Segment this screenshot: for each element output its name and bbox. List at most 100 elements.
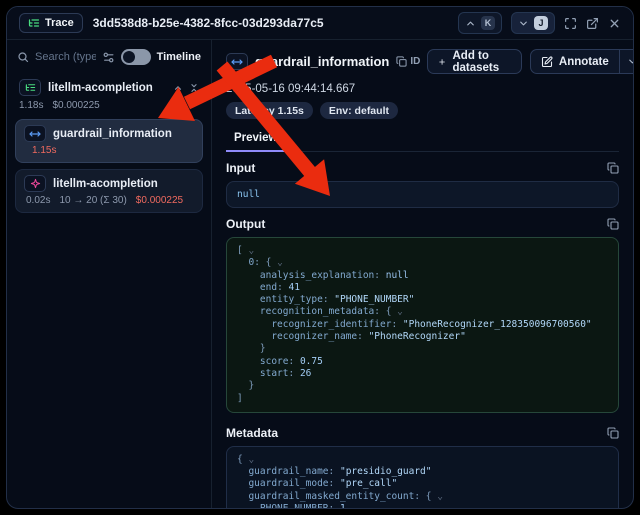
open-external-icon[interactable] bbox=[586, 17, 599, 30]
trace-latency: 1.18s bbox=[19, 100, 43, 111]
code-punctuation bbox=[237, 319, 271, 330]
tab-bar: Preview bbox=[226, 128, 619, 152]
trace-detail-window: Trace 3dd538d8-b25e-4382-8fcc-03d293da77… bbox=[6, 6, 634, 509]
code-line: } bbox=[237, 343, 608, 355]
input-section-title: Input bbox=[226, 161, 255, 175]
code-line: 0: { ⌄ bbox=[237, 257, 608, 269]
code-key: entity_type bbox=[260, 294, 323, 305]
next-item-button[interactable]: J bbox=[511, 12, 555, 34]
code-punctuation: : bbox=[277, 282, 288, 293]
search-input[interactable] bbox=[35, 51, 96, 63]
code-key: PHONE_NUMBER bbox=[260, 503, 329, 509]
code-line: [ ⌄ bbox=[237, 245, 608, 257]
code-string: "PhoneRecognizer_128350096700560" bbox=[403, 319, 592, 330]
span-arrows-icon bbox=[226, 53, 248, 70]
keycap-k: K bbox=[481, 16, 495, 30]
timeline-toggle[interactable] bbox=[121, 49, 151, 65]
generation-sparkle-icon bbox=[24, 175, 46, 192]
tree-item-trace-root[interactable]: litellm-acompletion 1.18s $0.00022 bbox=[15, 77, 203, 113]
span-latency: 1.15s bbox=[32, 145, 56, 156]
annotate-button[interactable]: Annotate bbox=[531, 50, 619, 73]
chevron-up-icon bbox=[465, 18, 476, 29]
code-punctuation: } bbox=[237, 343, 266, 354]
code-key: guardrail_mode bbox=[248, 478, 328, 489]
code-punctuation: : bbox=[289, 368, 300, 379]
code-line: PHONE_NUMBER: 1 bbox=[237, 503, 608, 509]
code-punctuation bbox=[237, 466, 248, 477]
metadata-json-viewer: { ⌄ guardrail_name: "presidio_guard" gua… bbox=[226, 446, 619, 509]
chevron-down-icon bbox=[627, 56, 634, 67]
id-label: ID bbox=[410, 56, 420, 67]
toggle-knob bbox=[123, 51, 135, 63]
latency-badge: Latency 1.15s bbox=[226, 102, 313, 119]
code-line: ] bbox=[237, 393, 608, 405]
tree-item-litellm-acompletion[interactable]: litellm-acompletion 0.02s 10 → 20 (Σ 30)… bbox=[15, 169, 203, 213]
code-number: 26 bbox=[300, 368, 311, 379]
code-punctuation: : bbox=[391, 319, 402, 330]
trace-tree-sidebar: Timeline litellm-acompletion bbox=[7, 40, 212, 508]
code-number: 0.75 bbox=[300, 356, 323, 367]
scroll-to-top-icon[interactable] bbox=[173, 83, 183, 93]
code-number: 1 bbox=[340, 503, 346, 509]
annotate-dropdown-button[interactable] bbox=[619, 50, 634, 73]
code-line: recognizer_name: "PhoneRecognizer" bbox=[237, 331, 608, 343]
code-line: guardrail_mode: "pre_call" bbox=[237, 478, 608, 490]
code-punctuation: : bbox=[323, 294, 334, 305]
code-string: "PHONE_NUMBER" bbox=[334, 294, 414, 305]
code-key: recognizer_name bbox=[271, 331, 357, 342]
prev-item-button[interactable]: K bbox=[458, 12, 502, 34]
expand-icon[interactable] bbox=[564, 17, 577, 30]
close-icon[interactable] bbox=[608, 17, 621, 30]
input-value: null bbox=[237, 189, 260, 200]
chevron-down-icon bbox=[518, 18, 529, 29]
code-line: end: 41 bbox=[237, 282, 608, 294]
trace-badge-label: Trace bbox=[45, 17, 74, 29]
collapse-chevron-icon[interactable]: ⌄ bbox=[437, 491, 443, 502]
plus-icon bbox=[438, 56, 446, 68]
code-punctuation bbox=[237, 503, 260, 509]
observation-timestamp: 2025-05-16 09:44:14.667 bbox=[226, 83, 619, 95]
code-line: guardrail_masked_entity_count: { ⌄ bbox=[237, 491, 608, 503]
copy-input-button[interactable] bbox=[607, 162, 619, 174]
copy-id-button[interactable]: ID bbox=[396, 56, 420, 67]
collapse-chevron-icon[interactable]: ⌄ bbox=[397, 306, 403, 317]
collapse-chevron-icon[interactable]: ⌄ bbox=[248, 454, 254, 465]
code-key: guardrail_masked_entity_count bbox=[248, 491, 414, 502]
add-to-datasets-button[interactable]: Add to datasets bbox=[427, 49, 522, 74]
generation-latency: 0.02s bbox=[26, 195, 50, 206]
code-punctuation: ] bbox=[237, 393, 243, 404]
metadata-section-title: Metadata bbox=[226, 426, 278, 440]
code-punctuation: : { bbox=[374, 306, 397, 317]
code-punctuation: : { bbox=[414, 491, 437, 502]
span-arrows-icon bbox=[24, 125, 46, 142]
code-line: start: 26 bbox=[237, 368, 608, 380]
code-key: recognition_metadata bbox=[260, 306, 374, 317]
generation-tokens: 10 → 20 (Σ 30) bbox=[59, 195, 126, 206]
keycap-j: J bbox=[534, 16, 548, 30]
list-tree-icon bbox=[28, 17, 40, 29]
trace-id: 3dd538d8-b25e-4382-8fcc-03d293da77c5 bbox=[93, 16, 324, 30]
code-punctuation bbox=[237, 368, 260, 379]
add-to-datasets-label: Add to datasets bbox=[452, 50, 510, 74]
filter-sliders-icon[interactable] bbox=[102, 51, 115, 64]
copy-metadata-button[interactable] bbox=[607, 427, 619, 439]
copy-output-button[interactable] bbox=[607, 218, 619, 230]
code-punctuation: : bbox=[329, 478, 340, 489]
code-string: "pre_call" bbox=[340, 478, 397, 489]
observation-detail-panel: guardrail_information ID Add to datasets… bbox=[212, 40, 633, 508]
code-punctuation: { bbox=[237, 454, 248, 465]
annotate-split-button: Annotate bbox=[530, 49, 634, 74]
code-punctuation: : bbox=[357, 331, 368, 342]
code-key: recognizer_identifier bbox=[271, 319, 391, 330]
collapse-all-icon[interactable] bbox=[189, 83, 199, 93]
code-string: "PhoneRecognizer" bbox=[369, 331, 466, 342]
code-line: guardrail_name: "presidio_guard" bbox=[237, 466, 608, 478]
output-json-viewer: [ ⌄ 0: { ⌄ analysis_explanation: null en… bbox=[226, 237, 619, 413]
tab-preview[interactable]: Preview bbox=[226, 132, 285, 152]
tree-item-guardrail-information[interactable]: guardrail_information 1.15s bbox=[15, 119, 203, 163]
collapse-chevron-icon[interactable]: ⌄ bbox=[277, 257, 283, 268]
code-punctuation bbox=[237, 270, 260, 281]
code-punctuation: : bbox=[329, 466, 340, 477]
collapse-chevron-icon[interactable]: ⌄ bbox=[248, 245, 254, 256]
page-title: guardrail_information bbox=[255, 54, 389, 69]
